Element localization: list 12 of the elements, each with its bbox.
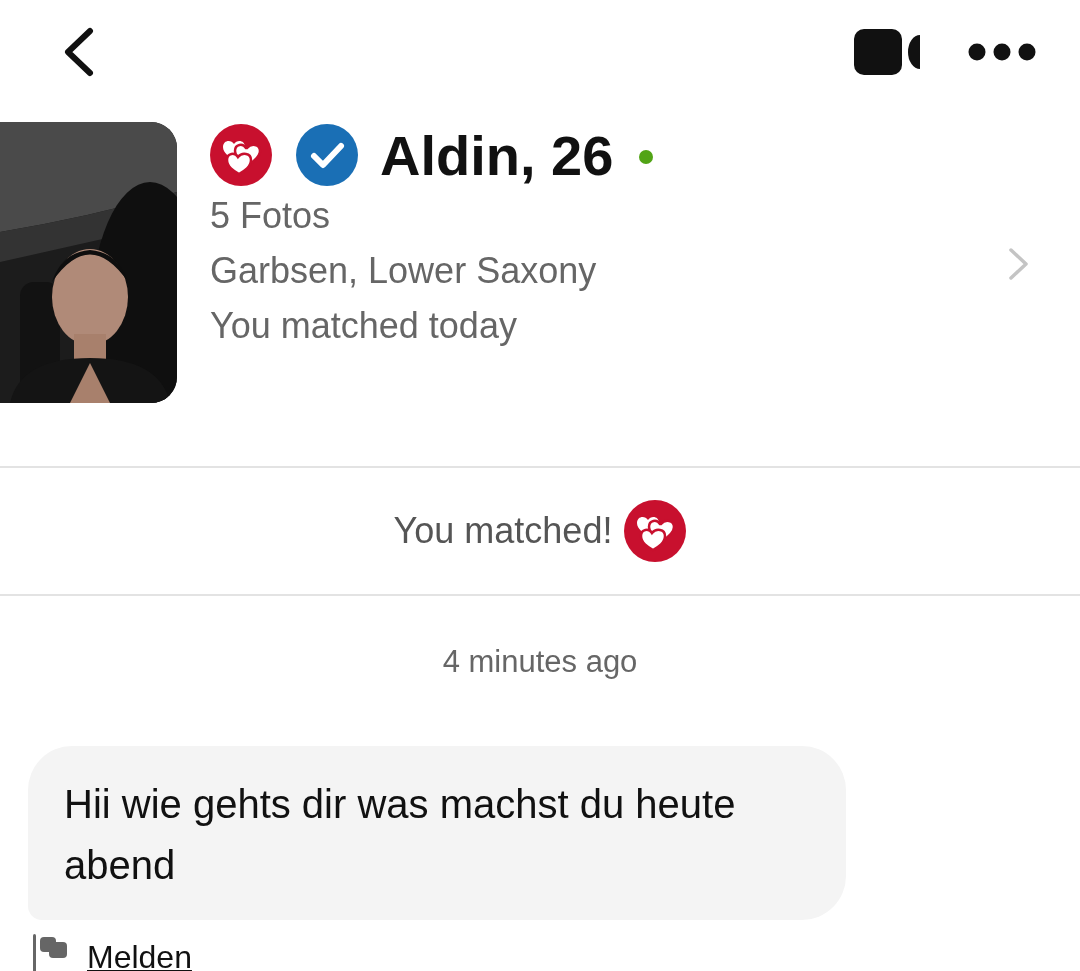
report-link[interactable]: Melden bbox=[87, 938, 192, 971]
back-icon[interactable] bbox=[62, 27, 96, 77]
match-date: You matched today bbox=[210, 304, 518, 348]
more-icon[interactable] bbox=[968, 43, 1036, 61]
flag-icon bbox=[33, 934, 69, 971]
video-camera-icon[interactable] bbox=[854, 29, 922, 75]
message-bubble: Hii wie gehts dir was machst du heute abend bbox=[28, 746, 846, 920]
photo-count: 5 Fotos bbox=[210, 194, 332, 238]
profile-name: Aldin, 26 bbox=[380, 122, 614, 188]
match-banner-text: You matched! bbox=[393, 510, 613, 552]
location-text: Garbsen, Lower Saxony bbox=[210, 249, 598, 293]
message-timestamp: 4 minutes ago bbox=[441, 643, 639, 681]
